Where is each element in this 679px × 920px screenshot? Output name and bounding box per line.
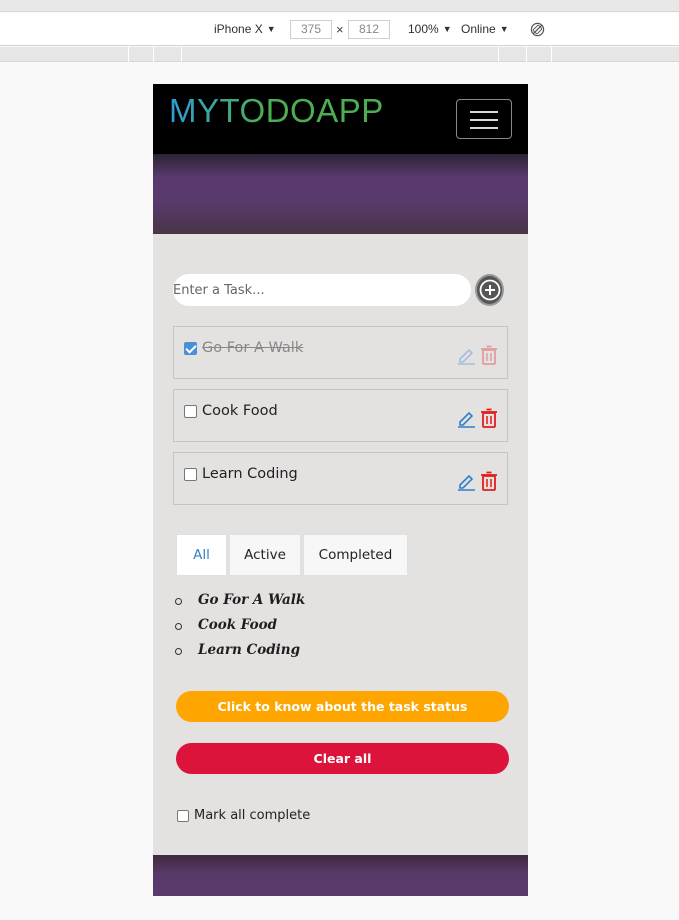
- ruler-tick: [551, 47, 552, 62]
- trash-icon[interactable]: [480, 345, 498, 365]
- add-task-button[interactable]: [475, 274, 504, 306]
- zoom-value: 100%: [408, 22, 439, 36]
- ruler-tick: [181, 47, 182, 62]
- task-label: Go For A Walk: [202, 340, 304, 356]
- rotate-icon[interactable]: [530, 22, 545, 37]
- list-item: Cook Food: [175, 617, 305, 642]
- task-status-button[interactable]: Click to know about the task status: [176, 691, 509, 722]
- task-item: Go For A Walk: [173, 326, 508, 379]
- trash-icon[interactable]: [480, 408, 498, 428]
- navbar-toggle-button[interactable]: [456, 99, 512, 139]
- devtools-top-strip: [0, 0, 679, 12]
- pencil-icon[interactable]: [456, 345, 476, 365]
- hamburger-line: [470, 127, 498, 129]
- plus-circle-icon: [479, 279, 500, 301]
- device-select[interactable]: iPhone X ▼: [214, 22, 276, 36]
- brand-logo[interactable]: MYTODOAPP: [169, 92, 384, 130]
- tab-completed[interactable]: Completed: [303, 534, 408, 576]
- task-checkbox[interactable]: [184, 342, 197, 355]
- list-item: Go For A Walk: [175, 592, 305, 617]
- media-query-ruler[interactable]: [0, 47, 679, 62]
- ruler-tick: [526, 47, 527, 62]
- chevron-down-icon: ▼: [266, 24, 276, 34]
- list-item: Learn Coding: [175, 642, 305, 667]
- device-toolbar: iPhone X ▼ 375 × 812 100% ▼ Online ▼: [0, 13, 679, 46]
- width-input[interactable]: 375: [290, 20, 332, 39]
- device-viewport: MYTODOAPP Go For A Walk: [153, 84, 528, 896]
- ruler-tick: [128, 47, 129, 62]
- mark-all-complete[interactable]: Mark all complete: [177, 808, 310, 823]
- clear-all-button[interactable]: Clear all: [176, 743, 509, 774]
- filter-tabs: All Active Completed: [176, 534, 408, 576]
- filtered-task-list: Go For A Walk Cook Food Learn Coding: [175, 592, 305, 667]
- task-label: Cook Food: [202, 403, 278, 419]
- height-input[interactable]: 812: [348, 20, 390, 39]
- task-item: Cook Food: [173, 389, 508, 442]
- ruler-tick: [498, 47, 499, 62]
- mark-all-label: Mark all complete: [194, 808, 311, 823]
- network-throttle-select[interactable]: Online ▼: [461, 22, 509, 36]
- task-checkbox[interactable]: [184, 405, 197, 418]
- tab-all[interactable]: All: [176, 534, 227, 576]
- task-label: Learn Coding: [202, 466, 298, 482]
- trash-icon[interactable]: [480, 471, 498, 491]
- tab-active[interactable]: Active: [229, 534, 301, 576]
- chevron-down-icon: ▼: [442, 24, 452, 34]
- footer-banner: [153, 855, 528, 896]
- mark-all-checkbox[interactable]: [177, 809, 189, 822]
- pencil-icon[interactable]: [456, 408, 476, 428]
- ruler-tick: [153, 47, 154, 62]
- task-checkbox[interactable]: [184, 468, 197, 481]
- hamburger-line: [470, 111, 498, 113]
- navbar: MYTODOAPP: [153, 84, 528, 154]
- device-name: iPhone X: [214, 22, 263, 36]
- hero-banner: [153, 154, 528, 234]
- task-item: Learn Coding: [173, 452, 508, 505]
- chevron-down-icon: ▼: [499, 24, 509, 34]
- zoom-select[interactable]: 100% ▼: [408, 22, 452, 36]
- hamburger-line: [470, 119, 498, 121]
- pencil-icon[interactable]: [456, 471, 476, 491]
- network-value: Online: [461, 22, 496, 36]
- task-input[interactable]: [173, 274, 471, 306]
- dimension-separator: ×: [336, 22, 344, 37]
